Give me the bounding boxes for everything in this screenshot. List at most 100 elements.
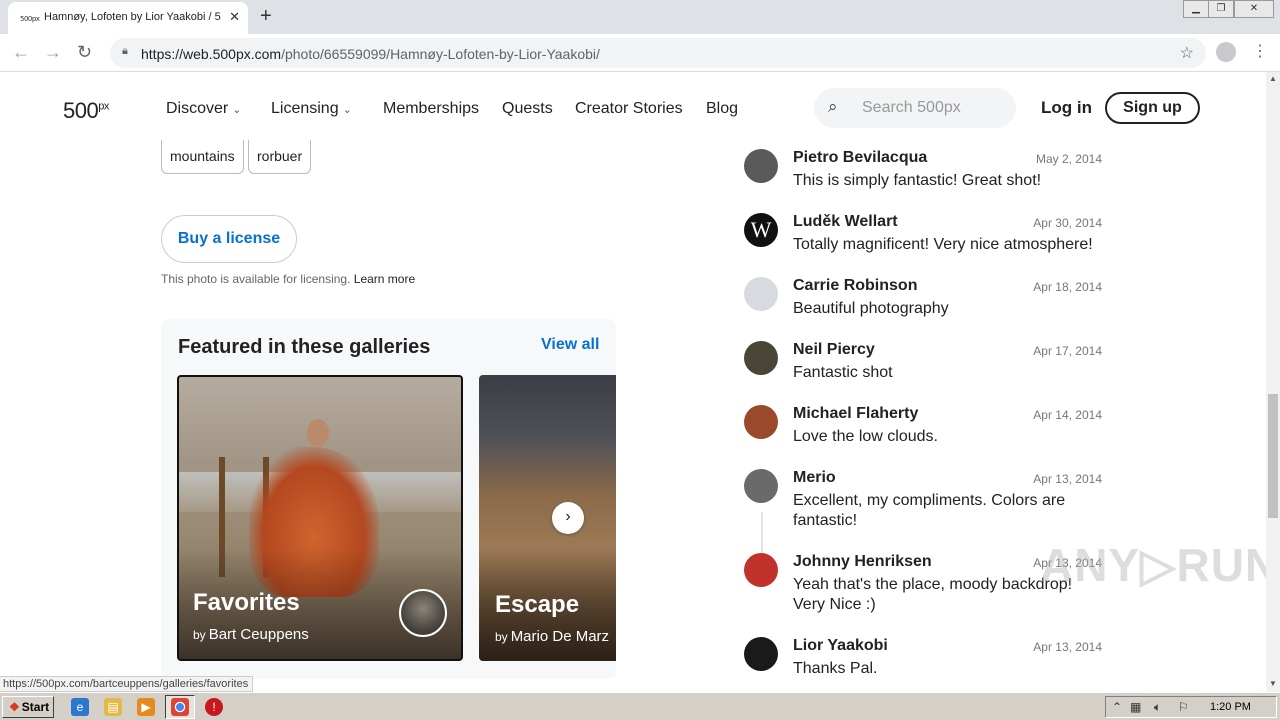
volume-icon[interactable]: 🔈︎ bbox=[1154, 700, 1161, 715]
nav-licensing[interactable]: Licensing ⌄ bbox=[271, 100, 352, 118]
commenter-name[interactable]: Neil Piercy bbox=[793, 341, 875, 359]
commenter-avatar[interactable] bbox=[744, 277, 778, 311]
logo-text: 500 bbox=[63, 98, 99, 123]
gallery-author-avatar[interactable] bbox=[399, 589, 447, 637]
commenter-name[interactable]: Michael Flaherty bbox=[793, 405, 918, 423]
vertical-scrollbar[interactable]: ▲ ▼ bbox=[1266, 72, 1280, 692]
restore-icon[interactable]: ❐ bbox=[1208, 0, 1234, 18]
galleries-title: Featured in these galleries bbox=[178, 336, 431, 358]
view-all-link[interactable]: View all bbox=[541, 336, 599, 354]
learn-more-link[interactable]: Learn more bbox=[354, 272, 415, 286]
license-note: This photo is available for licensing. L… bbox=[161, 272, 415, 286]
commenter-avatar[interactable] bbox=[744, 637, 778, 671]
commenter-avatar[interactable]: W bbox=[744, 213, 778, 247]
commenter-name[interactable]: Luděk Wellart bbox=[793, 213, 898, 231]
network-icon[interactable]: ▦ bbox=[1130, 700, 1141, 714]
search-input[interactable]: ⌕ Search 500px bbox=[814, 88, 1016, 128]
commenter-avatar[interactable] bbox=[744, 469, 778, 503]
gallery-author-name: Mario De Marz bbox=[510, 628, 610, 645]
address-bar[interactable]: 🔒︎ https://web.500px.com/photo/66559099/… bbox=[110, 38, 1206, 68]
commenter-name[interactable]: Pietro Bevilacqua bbox=[793, 149, 927, 167]
ie-icon[interactable]: e bbox=[71, 698, 89, 716]
comment-text: Totally magnificent! Very nice atmospher… bbox=[793, 236, 1093, 253]
photo-head bbox=[307, 419, 329, 447]
bookmark-star-icon[interactable]: ☆ bbox=[1180, 43, 1194, 63]
buy-license-button[interactable]: Buy a license bbox=[161, 215, 297, 263]
media-player-icon[interactable]: ▶ bbox=[137, 698, 155, 716]
featured-galleries: Featured in these galleries View all Fav… bbox=[161, 319, 616, 679]
start-label: Start bbox=[21, 700, 50, 714]
tab-title: Hamnøy, Lofoten by Lior Yaakobi / 5 bbox=[44, 11, 221, 23]
nav-memberships[interactable]: Memberships bbox=[383, 100, 479, 118]
site-logo[interactable]: 500px bbox=[63, 98, 109, 124]
commenter-avatar[interactable] bbox=[744, 553, 778, 587]
browser-tab[interactable]: 500px Hamnøy, Lofoten by Lior Yaakobi / … bbox=[8, 2, 248, 34]
back-icon[interactable]: ← bbox=[12, 42, 30, 63]
commenter-avatar[interactable] bbox=[744, 149, 778, 183]
url-host: https://web.500px.com bbox=[141, 46, 282, 62]
login-link[interactable]: Log in bbox=[1041, 98, 1092, 118]
antivirus-icon[interactable]: ! bbox=[205, 698, 223, 716]
comment-date: Apr 13, 2014 bbox=[1033, 472, 1102, 486]
comment-text: Beautiful photography bbox=[793, 300, 949, 317]
nav-quests[interactable]: Quests bbox=[502, 100, 553, 118]
scroll-up-icon[interactable]: ▲ bbox=[1269, 74, 1277, 83]
reload-icon[interactable]: ↻ bbox=[77, 42, 92, 63]
start-button[interactable]: ❖ Start bbox=[2, 696, 54, 718]
by-label: by bbox=[495, 630, 508, 644]
gallery-card-escape[interactable]: Escape by Mario De Marz bbox=[479, 375, 616, 661]
tag-rorbuer[interactable]: rorbuer bbox=[248, 140, 312, 174]
status-bar-url: https://500px.com/bartceuppens/galleries… bbox=[0, 676, 254, 692]
window-close-icon[interactable]: ✕ bbox=[1234, 0, 1274, 18]
chevron-down-icon: ⌄ bbox=[232, 104, 242, 116]
browser-toolbar: ← → ↻ 🔒︎ https://web.500px.com/photo/665… bbox=[0, 34, 1280, 72]
gallery-card-favorites[interactable]: Favorites by Bart Ceuppens bbox=[177, 375, 463, 661]
commenter-name[interactable]: Lior Yaakobi bbox=[793, 637, 888, 655]
license-note-text: This photo is available for licensing. bbox=[161, 272, 351, 286]
comment-text: Fantastic shot bbox=[793, 364, 893, 381]
comment-text: Thanks Pal. bbox=[793, 660, 878, 677]
comment-date: Apr 14, 2014 bbox=[1033, 408, 1102, 422]
search-icon: ⌕ bbox=[828, 97, 838, 116]
gallery-author: by Mario De Marz bbox=[495, 628, 609, 645]
comment-text: Love the low clouds. bbox=[793, 428, 938, 445]
tag-mountains[interactable]: mountains bbox=[161, 140, 244, 174]
comment-text: Excellent, my compliments. Colors are fa… bbox=[793, 492, 1066, 529]
action-center-flag-icon[interactable]: ⚐ bbox=[1178, 700, 1189, 714]
nav-discover-label: Discover bbox=[166, 100, 229, 117]
forward-icon[interactable]: → bbox=[44, 42, 62, 63]
watermark-logo: ANY▷RUN bbox=[1040, 539, 1280, 591]
gallery-name: Favorites bbox=[193, 589, 300, 616]
scroll-down-icon[interactable]: ▼ bbox=[1269, 679, 1277, 688]
windows-taskbar: ❖ Start e ▤ ▶ ! ⌃ ▦ 🔈︎ ⚐ 1:20 PM bbox=[0, 692, 1280, 720]
tab-close-icon[interactable]: ✕ bbox=[229, 9, 240, 25]
commenter-name[interactable]: Johnny Henriksen bbox=[793, 553, 932, 571]
url-path: /photo/66559099/Hamnøy-Lofoten-by-Lior-Y… bbox=[281, 46, 600, 62]
commenter-avatar[interactable] bbox=[744, 405, 778, 439]
gallery-name: Escape bbox=[495, 591, 580, 618]
commenter-avatar[interactable] bbox=[744, 341, 778, 375]
new-tab-icon[interactable]: + bbox=[260, 5, 272, 28]
search-placeholder: Search 500px bbox=[862, 99, 961, 116]
comment-text: This is simply fantastic! Great shot! bbox=[793, 172, 1042, 189]
minimize-icon[interactable]: ▁ bbox=[1183, 0, 1209, 18]
tray-expand-icon[interactable]: ⌃ bbox=[1112, 700, 1122, 714]
comment-date: May 2, 2014 bbox=[1035, 152, 1102, 166]
scrollbar-thumb[interactable] bbox=[1268, 394, 1278, 518]
nav-creator-stories[interactable]: Creator Stories bbox=[575, 100, 683, 118]
profile-avatar-icon[interactable] bbox=[1216, 42, 1236, 62]
nav-blog[interactable]: Blog bbox=[706, 100, 738, 118]
explorer-folder-icon[interactable]: ▤ bbox=[104, 698, 122, 716]
chrome-icon bbox=[171, 698, 189, 716]
commenter-name[interactable]: Carrie Robinson bbox=[793, 277, 917, 295]
commenter-name[interactable]: Merio bbox=[793, 469, 836, 487]
browser-menu-icon[interactable]: ⋮ bbox=[1252, 41, 1268, 61]
nav-discover[interactable]: Discover ⌄ bbox=[166, 100, 241, 118]
lock-icon: 🔒︎ bbox=[122, 45, 128, 57]
browser-tab-strip: 500px Hamnøy, Lofoten by Lior Yaakobi / … bbox=[0, 0, 1280, 34]
signup-button[interactable]: Sign up bbox=[1105, 92, 1200, 124]
url-text: https://web.500px.com/photo/66559099/Ham… bbox=[141, 46, 600, 62]
taskbar-clock: 1:20 PM bbox=[1210, 701, 1251, 713]
carousel-next-button[interactable]: › bbox=[552, 502, 584, 534]
tab-favicon-icon: 500px bbox=[20, 15, 40, 23]
